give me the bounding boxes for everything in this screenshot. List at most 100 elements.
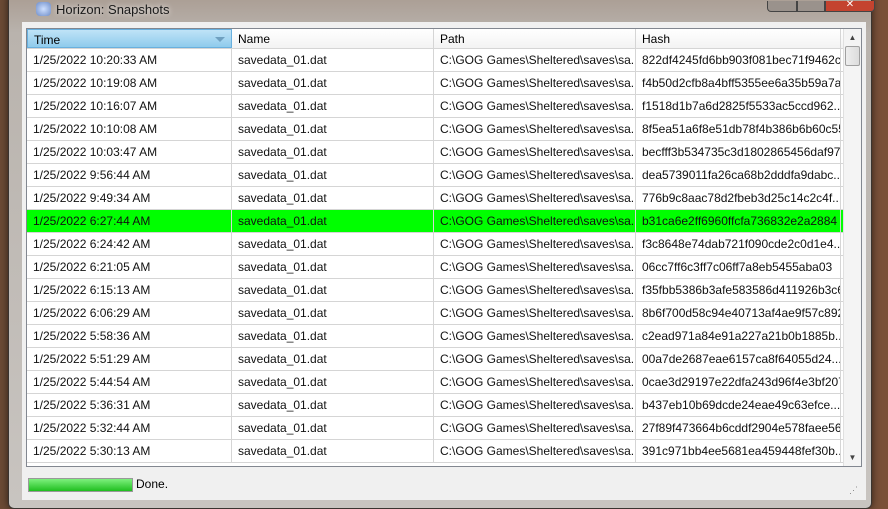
time-cell: 1/25/2022 5:58:36 AM <box>27 325 232 347</box>
path-cell: C:\GOG Games\Sheltered\saves\sa... <box>434 302 636 324</box>
close-button[interactable]: ✕ <box>825 0 875 12</box>
time-cell: 1/25/2022 10:19:08 AM <box>27 72 232 94</box>
path-cell: C:\GOG Games\Sheltered\saves\sa... <box>434 95 636 117</box>
path-cell: C:\GOG Games\Sheltered\saves\sa... <box>434 394 636 416</box>
table-row[interactable]: 1/25/2022 9:56:44 AM savedata_01.dat C:\GO… <box>27 164 861 187</box>
time-cell: 1/25/2022 6:27:44 AM <box>27 210 232 232</box>
path-cell: C:\GOG Games\Sheltered\saves\sa... <box>434 440 636 462</box>
table-row[interactable]: 1/25/2022 10:10:08 AM savedata_01.dat C:\G… <box>27 118 861 141</box>
column-header-time[interactable]: Time <box>27 29 232 48</box>
hash-cell: 0cae3d29197e22dfa243d96f4e3bf207 <box>636 371 841 393</box>
name-cell: savedata_01.dat <box>232 49 434 71</box>
table-row[interactable]: 1/25/2022 5:30:13 AM savedata_01.dat C:\GO… <box>27 440 861 463</box>
table-row[interactable]: 1/25/2022 5:36:31 AM savedata_01.dat C:\GO… <box>27 394 861 417</box>
hash-cell: 776b9c8aac78d2fbeb3d25c14c2c4f... <box>636 187 841 209</box>
sort-arrow-icon <box>215 37 225 42</box>
app-icon <box>36 2 51 16</box>
hash-cell: 8b6f700d58c94e40713af4ae9f57c892 <box>636 302 841 324</box>
path-cell: C:\GOG Games\Sheltered\saves\sa... <box>434 371 636 393</box>
path-cell: C:\GOG Games\Sheltered\saves\sa... <box>434 72 636 94</box>
status-text: Done. <box>136 477 169 491</box>
scroll-up-arrow-icon[interactable]: ▲ <box>844 29 861 46</box>
path-cell: C:\GOG Games\Sheltered\saves\sa... <box>434 210 636 232</box>
time-cell: 1/25/2022 5:32:44 AM <box>27 417 232 439</box>
vertical-scrollbar[interactable]: ▲ ▼ <box>843 29 861 466</box>
path-cell: C:\GOG Games\Sheltered\saves\sa... <box>434 164 636 186</box>
hash-cell: 8f5ea51a6f8e51db78f4b386b6b60c55 <box>636 118 841 140</box>
scroll-thumb[interactable] <box>845 46 860 66</box>
time-cell: 1/25/2022 10:03:47 AM <box>27 141 232 163</box>
table-row[interactable]: 1/25/2022 10:20:33 AM savedata_01.dat C:\G… <box>27 49 861 72</box>
table-row[interactable]: 1/25/2022 6:27:44 AM savedata_01.dat C:\GO… <box>27 210 861 233</box>
name-cell: savedata_01.dat <box>232 72 434 94</box>
hash-cell: b437eb10b69dcde24eae49c63efce... <box>636 394 841 416</box>
time-cell: 1/25/2022 6:15:13 AM <box>27 279 232 301</box>
column-header-hash[interactable]: Hash <box>636 29 841 48</box>
hash-cell: 391c971bb4ee5681ea459448fef30b... <box>636 440 841 462</box>
hash-cell: 822df4245fd6bb903f081bec71f9462c <box>636 49 841 71</box>
name-cell: savedata_01.dat <box>232 394 434 416</box>
table-row[interactable]: 1/25/2022 6:24:42 AM savedata_01.dat C:\GO… <box>27 233 861 256</box>
hash-cell: b31ca6e2ff6960ffcfa736832e2a2884 <box>636 210 841 232</box>
table-row[interactable]: 1/25/2022 5:44:54 AM savedata_01.dat C:\GO… <box>27 371 861 394</box>
snapshots-list[interactable]: Time Name Path Hash 1/25/2022 10:20:33 A… <box>26 28 862 467</box>
hash-cell: 27f89f473664b6cddf2904e578faee56 <box>636 417 841 439</box>
path-cell: C:\GOG Games\Sheltered\saves\sa... <box>434 325 636 347</box>
name-cell: savedata_01.dat <box>232 95 434 117</box>
table-row[interactable]: 1/25/2022 10:19:08 AM savedata_01.dat C:\G… <box>27 72 861 95</box>
time-cell: 1/25/2022 5:51:29 AM <box>27 348 232 370</box>
time-cell: 1/25/2022 6:21:05 AM <box>27 256 232 278</box>
hash-cell: f4b50d2cfb8a4bff5355ee6a35b59a7a <box>636 72 841 94</box>
name-cell: savedata_01.dat <box>232 256 434 278</box>
hash-cell: f35fbb5386b3afe583586d411926b3c6 <box>636 279 841 301</box>
time-cell: 1/25/2022 10:10:08 AM <box>27 118 232 140</box>
time-cell: 1/25/2022 5:30:13 AM <box>27 440 232 462</box>
scroll-down-arrow-icon[interactable]: ▼ <box>844 449 861 466</box>
time-cell: 1/25/2022 9:56:44 AM <box>27 164 232 186</box>
time-cell: 1/25/2022 6:06:29 AM <box>27 302 232 324</box>
table-row[interactable]: 1/25/2022 10:03:47 AM savedata_01.dat C:\G… <box>27 141 861 164</box>
table-row[interactable]: 1/25/2022 5:51:29 AM savedata_01.dat C:\GO… <box>27 348 861 371</box>
table-row[interactable]: 1/25/2022 5:32:44 AM savedata_01.dat C:\GO… <box>27 417 861 440</box>
path-cell: C:\GOG Games\Sheltered\saves\sa... <box>434 256 636 278</box>
column-header-label: Time <box>34 33 61 47</box>
column-header-name[interactable]: Name <box>232 29 434 48</box>
table-row[interactable]: 1/25/2022 6:06:29 AM savedata_01.dat C:\GO… <box>27 302 861 325</box>
table-row[interactable]: 1/25/2022 6:15:13 AM savedata_01.dat C:\GO… <box>27 279 861 302</box>
table-row[interactable]: 1/25/2022 10:16:07 AM savedata_01.dat C:\G… <box>27 95 861 118</box>
window-controls: ✕ <box>767 0 875 12</box>
time-cell: 1/25/2022 9:49:34 AM <box>27 187 232 209</box>
time-cell: 1/25/2022 10:20:33 AM <box>27 49 232 71</box>
table-row[interactable]: 1/25/2022 5:58:36 AM savedata_01.dat C:\GO… <box>27 325 861 348</box>
time-cell: 1/25/2022 5:44:54 AM <box>27 371 232 393</box>
name-cell: savedata_01.dat <box>232 302 434 324</box>
name-cell: savedata_01.dat <box>232 348 434 370</box>
name-cell: savedata_01.dat <box>232 187 434 209</box>
hash-cell: f3c8648e74dab721f090cde2c0d1e4... <box>636 233 841 255</box>
name-cell: savedata_01.dat <box>232 325 434 347</box>
column-header-path[interactable]: Path <box>434 29 636 48</box>
name-cell: savedata_01.dat <box>232 141 434 163</box>
name-cell: savedata_01.dat <box>232 440 434 462</box>
column-header-row: Time Name Path Hash <box>27 29 861 49</box>
hash-cell: dea5739011fa26ca68b2dddfa9dabc... <box>636 164 841 186</box>
time-cell: 1/25/2022 5:36:31 AM <box>27 394 232 416</box>
name-cell: savedata_01.dat <box>232 164 434 186</box>
name-cell: savedata_01.dat <box>232 233 434 255</box>
path-cell: C:\GOG Games\Sheltered\saves\sa... <box>434 141 636 163</box>
table-row[interactable]: 1/25/2022 9:49:34 AM savedata_01.dat C:\GO… <box>27 187 861 210</box>
progress-bar <box>28 478 133 492</box>
time-cell: 1/25/2022 6:24:42 AM <box>27 233 232 255</box>
table-row[interactable]: 1/25/2022 6:21:05 AM savedata_01.dat C:\GO… <box>27 256 861 279</box>
progress-fill <box>29 479 132 491</box>
resize-grip-icon[interactable]: ⋰ <box>849 485 858 496</box>
maximize-button[interactable] <box>797 1 825 12</box>
status-bar: Done. ⋰ <box>22 470 866 500</box>
name-cell: savedata_01.dat <box>232 279 434 301</box>
time-cell: 1/25/2022 10:16:07 AM <box>27 95 232 117</box>
rows-container: 1/25/2022 10:20:33 AM savedata_01.dat C:\G… <box>27 49 861 463</box>
hash-cell: 06cc7ff6c3ff7c06ff7a8eb5455aba03 <box>636 256 841 278</box>
minimize-button[interactable] <box>767 1 797 12</box>
window-title: Horizon: Snapshots <box>56 2 170 17</box>
path-cell: C:\GOG Games\Sheltered\saves\sa... <box>434 348 636 370</box>
